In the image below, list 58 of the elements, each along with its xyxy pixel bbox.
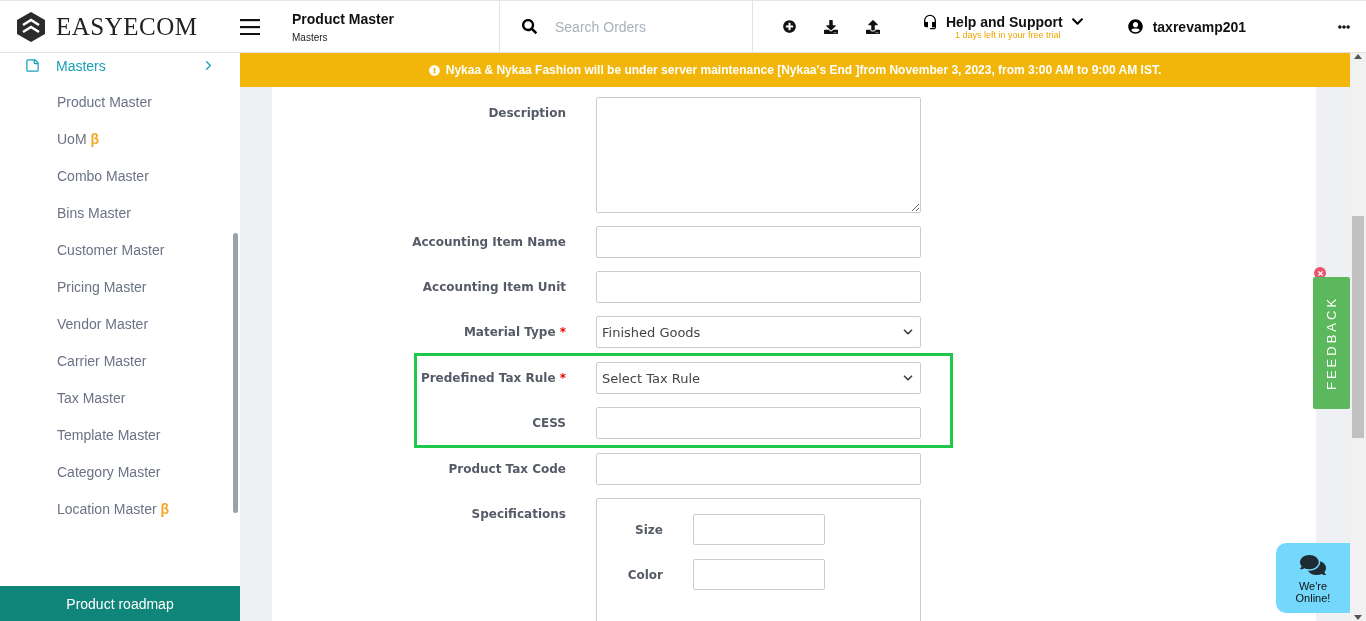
chat-icon: [1300, 552, 1326, 578]
user-name[interactable]: taxrevamp201: [1152, 18, 1247, 35]
scroll-up-arrow-icon[interactable]: [1354, 53, 1362, 59]
field-label: CESS: [531, 415, 566, 432]
brand-name: EASYECOM: [56, 12, 198, 41]
add-button[interactable]: [783, 20, 796, 33]
scrollbar-thumb[interactable]: [233, 233, 238, 513]
logo-icon: [16, 10, 46, 43]
page-title: Product Master: [292, 10, 395, 27]
scrollbar[interactable]: [1350, 53, 1366, 621]
text-field[interactable]: [596, 271, 921, 303]
alert-icon: [428, 64, 440, 76]
select-field[interactable]: Finished Goods: [596, 316, 921, 348]
field-label: Product Tax Code: [447, 461, 566, 478]
field-label: Predefined Tax Rule *: [419, 370, 566, 387]
menu-icon: [240, 18, 260, 35]
sidebar-item[interactable]: Bins Master: [0, 194, 240, 231]
note-icon: [25, 58, 40, 73]
field-label: Specifications: [470, 506, 566, 523]
field-label: Accounting Item Unit: [421, 279, 566, 296]
menu-button[interactable]: [240, 18, 260, 35]
chat-widget[interactable]: We're Online!: [1276, 543, 1350, 613]
scroll-down-arrow-icon[interactable]: [1354, 615, 1362, 621]
trial-note: 1 days left in your free trial: [955, 29, 1061, 40]
text-field[interactable]: [596, 226, 921, 258]
search-icon: [522, 19, 537, 34]
sidebar-item[interactable]: Carrier Master: [0, 342, 240, 379]
field-label: Accounting Item Name: [411, 234, 566, 251]
text-field[interactable]: [596, 407, 921, 439]
sidebar-item[interactable]: Category Master: [0, 453, 240, 490]
sidebar-item[interactable]: UoM β: [0, 120, 240, 157]
breadcrumb: Masters: [292, 31, 329, 43]
chevron-down-icon[interactable]: [1070, 15, 1084, 28]
field-label: Color: [626, 567, 663, 582]
roadmap-button[interactable]: Product roadmap: [0, 586, 240, 621]
sidebar-item[interactable]: Product Master: [0, 83, 240, 120]
banner-text: Nykaa & Nykaa Fashion will be under server maintenance [Nykaa's End ]from November 3, 2023, from 3:00 AM to 9:00 AM IST.: [445, 63, 1162, 77]
sidebar-item[interactable]: Location Master β: [0, 490, 240, 527]
help-menu[interactable]: Help and Support: [946, 13, 1063, 30]
sidebar-item[interactable]: Tax Master: [0, 379, 240, 416]
sidebar-item[interactable]: Combo Master: [0, 157, 240, 194]
text-field[interactable]: [693, 559, 825, 590]
field-label: Description: [487, 105, 566, 122]
headset-icon: [922, 13, 938, 30]
text-field[interactable]: [693, 514, 825, 545]
sidebar-item[interactable]: Pricing Master: [0, 268, 240, 305]
description-field[interactable]: [596, 97, 921, 213]
sidebar-item[interactable]: Vendor Master: [0, 305, 240, 342]
select-field[interactable]: Select Tax Rule: [596, 362, 921, 394]
sidebar-item[interactable]: Customer Master: [0, 231, 240, 268]
user-icon: [1127, 19, 1143, 34]
field-label: Size: [634, 522, 663, 537]
sidebar-section[interactable]: Masters: [56, 57, 201, 74]
text-field[interactable]: [596, 453, 921, 485]
sidebar-item[interactable]: Template Master: [0, 416, 240, 453]
download-button[interactable]: [824, 19, 838, 34]
field-label: Material Type *: [462, 324, 566, 341]
upload-button[interactable]: [866, 19, 880, 34]
